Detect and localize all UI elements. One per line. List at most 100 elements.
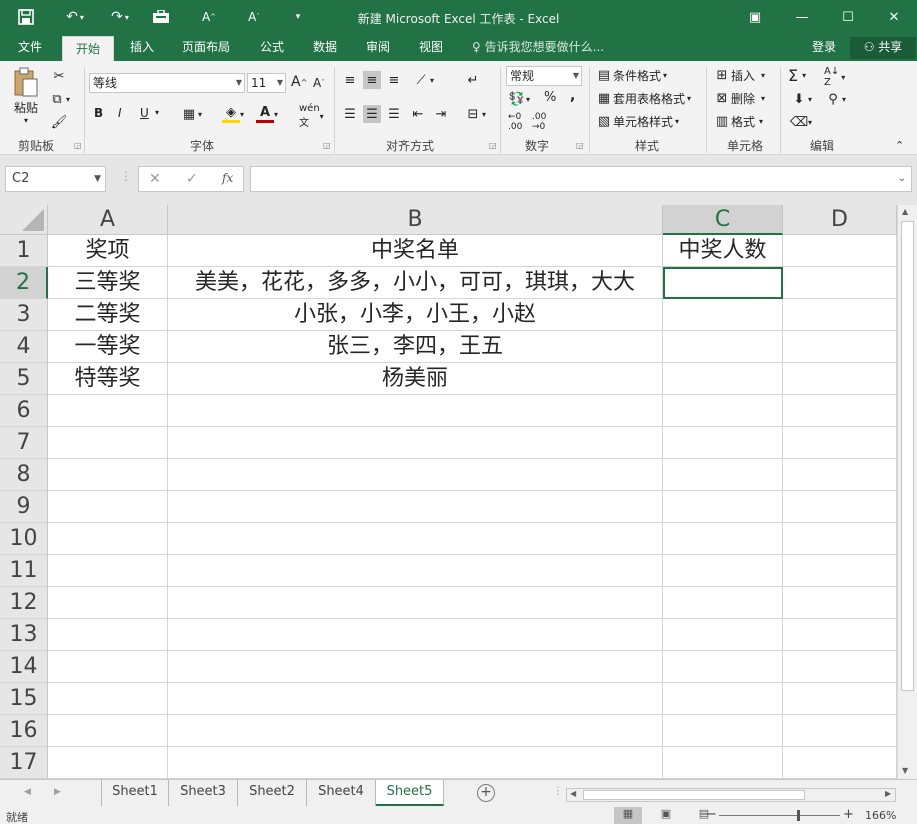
scroll-down-icon[interactable]: ▼ (902, 766, 908, 775)
vertical-scroll-thumb[interactable] (901, 221, 914, 691)
number-format-select[interactable]: 常规 ▼ (506, 66, 582, 86)
insert-cells-button[interactable]: ⊞ 插入 ▾ (713, 66, 765, 84)
increase-indent-button[interactable]: ⇥ (432, 105, 450, 123)
row-header[interactable]: 1 (0, 235, 48, 267)
cell-d17[interactable] (783, 747, 897, 779)
select-all-button[interactable] (0, 205, 48, 235)
cancel-icon[interactable]: ✕ (149, 171, 161, 187)
cell-d15[interactable] (783, 683, 897, 715)
align-center-button[interactable]: ☰ (363, 105, 381, 123)
cell-b4[interactable]: 张三，李四，王五 (168, 331, 663, 363)
sheet-tab-sheet1[interactable]: Sheet1 (101, 780, 169, 806)
row-header[interactable]: 17 (0, 747, 48, 779)
tab-file[interactable]: 文件 (8, 35, 52, 61)
name-box[interactable]: C2 ▼ (5, 166, 106, 192)
zoom-level[interactable]: 166% (865, 809, 896, 822)
clear-button[interactable]: ⌫ ▾ (790, 113, 812, 131)
tab-page-layout[interactable]: 页面布局 (176, 35, 236, 61)
ribbon-display-icon[interactable]: ▣ (740, 6, 770, 28)
shrink-font-button[interactable]: Aˇ (313, 76, 325, 90)
copy-button[interactable]: ⧉ ▾ (48, 90, 70, 108)
cell-d1[interactable] (783, 235, 897, 267)
increase-decimal-button[interactable]: ←0.00 (508, 112, 522, 132)
tab-home[interactable]: 开始 (62, 36, 114, 61)
borders-button[interactable]: ▦ ▾ (180, 105, 202, 123)
align-top-button[interactable]: ≡ (341, 71, 359, 89)
horizontal-scroll-thumb[interactable] (583, 790, 805, 800)
cell-c16[interactable] (663, 715, 783, 747)
cell-b11[interactable] (168, 555, 663, 587)
cell-b9[interactable] (168, 491, 663, 523)
cell-a1[interactable]: 奖项 (48, 235, 168, 267)
normal-view-icon[interactable]: ▦ (614, 807, 642, 824)
worksheet-grid[interactable]: ABCD 1 奖项 中奖名单 中奖人数 2 三等奖 美美，花花，多多，小小，可可，琪琪，大大… (0, 205, 897, 779)
cell-c2[interactable] (663, 267, 783, 299)
cell-c14[interactable] (663, 651, 783, 683)
cell-b6[interactable] (168, 395, 663, 427)
page-layout-view-icon[interactable]: ▣ (652, 807, 680, 824)
sheet-tab-sheet2[interactable]: Sheet2 (238, 780, 307, 806)
cell-d11[interactable] (783, 555, 897, 587)
scroll-left-icon[interactable]: ◀ (570, 789, 576, 798)
decrease-indent-button[interactable]: ⇤ (409, 105, 427, 123)
grow-font-button[interactable]: A ^ (291, 74, 307, 90)
sheet-tab-sheet3[interactable]: Sheet3 (169, 780, 238, 806)
tell-me-search[interactable]: ♀ 告诉我您想要做什么... (472, 35, 604, 61)
bold-button[interactable]: B (94, 106, 103, 120)
cell-d8[interactable] (783, 459, 897, 491)
row-header[interactable]: 16 (0, 715, 48, 747)
cell-b8[interactable] (168, 459, 663, 491)
cell-a12[interactable] (48, 587, 168, 619)
prev-sheet-icon[interactable]: ◀ (24, 787, 31, 797)
align-right-button[interactable]: ☰ (385, 105, 403, 123)
cell-styles-button[interactable]: ▧ 单元格样式 ▾ (595, 112, 679, 130)
format-painter-button[interactable]: 🖌 (50, 113, 68, 131)
zoom-in-button[interactable]: + (843, 807, 854, 822)
delete-cells-button[interactable]: ⊠ 删除 ▾ (713, 89, 765, 107)
merge-center-button[interactable]: ⊟ ▾ (464, 105, 486, 123)
sort-filter-button[interactable]: A↓ Z ▾ (824, 66, 845, 88)
cell-b3[interactable]: 小张，小李，小王，小赵 (168, 299, 663, 331)
underline-dropdown-icon[interactable]: ▾ (155, 108, 159, 117)
find-select-button[interactable]: ⚲ ▾ (824, 90, 846, 108)
row-header[interactable]: 13 (0, 619, 48, 651)
row-header[interactable]: 9 (0, 491, 48, 523)
cell-b15[interactable] (168, 683, 663, 715)
formula-bar-resize-handle[interactable]: ⋮ (120, 169, 132, 183)
cell-c5[interactable] (663, 363, 783, 395)
cell-d13[interactable] (783, 619, 897, 651)
horizontal-scrollbar[interactable]: ◀ ▶ (566, 788, 896, 802)
align-left-button[interactable]: ☰ (341, 105, 359, 123)
row-header[interactable]: 2 (0, 267, 48, 299)
cell-b16[interactable] (168, 715, 663, 747)
row-header[interactable]: 12 (0, 587, 48, 619)
underline-button[interactable]: U (140, 106, 149, 120)
comma-button[interactable]: , (570, 88, 575, 104)
collapse-ribbon-icon[interactable]: ⌃ (895, 139, 904, 152)
column-header-a[interactable]: A (48, 205, 168, 235)
tab-view[interactable]: 视图 (411, 35, 451, 61)
font-name-select[interactable]: 等线 ▼ (89, 73, 245, 93)
cell-b7[interactable] (168, 427, 663, 459)
cell-a13[interactable] (48, 619, 168, 651)
cell-a17[interactable] (48, 747, 168, 779)
font-color-button[interactable]: A ▾ (256, 105, 278, 123)
autosum-button[interactable]: Σ ▾ (788, 66, 806, 85)
cell-c1[interactable]: 中奖人数 (663, 235, 783, 267)
cell-c15[interactable] (663, 683, 783, 715)
cell-c12[interactable] (663, 587, 783, 619)
column-header-c[interactable]: C (663, 205, 783, 235)
cell-a10[interactable] (48, 523, 168, 555)
italic-button[interactable]: I (118, 106, 122, 120)
share-button[interactable]: ⚇ 共享 (850, 37, 916, 59)
cell-c4[interactable] (663, 331, 783, 363)
cell-b2[interactable]: 美美，花花，多多，小小，可可，琪琪，大大 (168, 267, 663, 299)
cell-c11[interactable] (663, 555, 783, 587)
vertical-scrollbar[interactable]: ▲ ▼ (897, 205, 917, 779)
cell-d12[interactable] (783, 587, 897, 619)
cell-a6[interactable] (48, 395, 168, 427)
cell-c9[interactable] (663, 491, 783, 523)
wrap-text-button[interactable]: ↵ (464, 71, 482, 89)
cell-a14[interactable] (48, 651, 168, 683)
cell-d10[interactable] (783, 523, 897, 555)
